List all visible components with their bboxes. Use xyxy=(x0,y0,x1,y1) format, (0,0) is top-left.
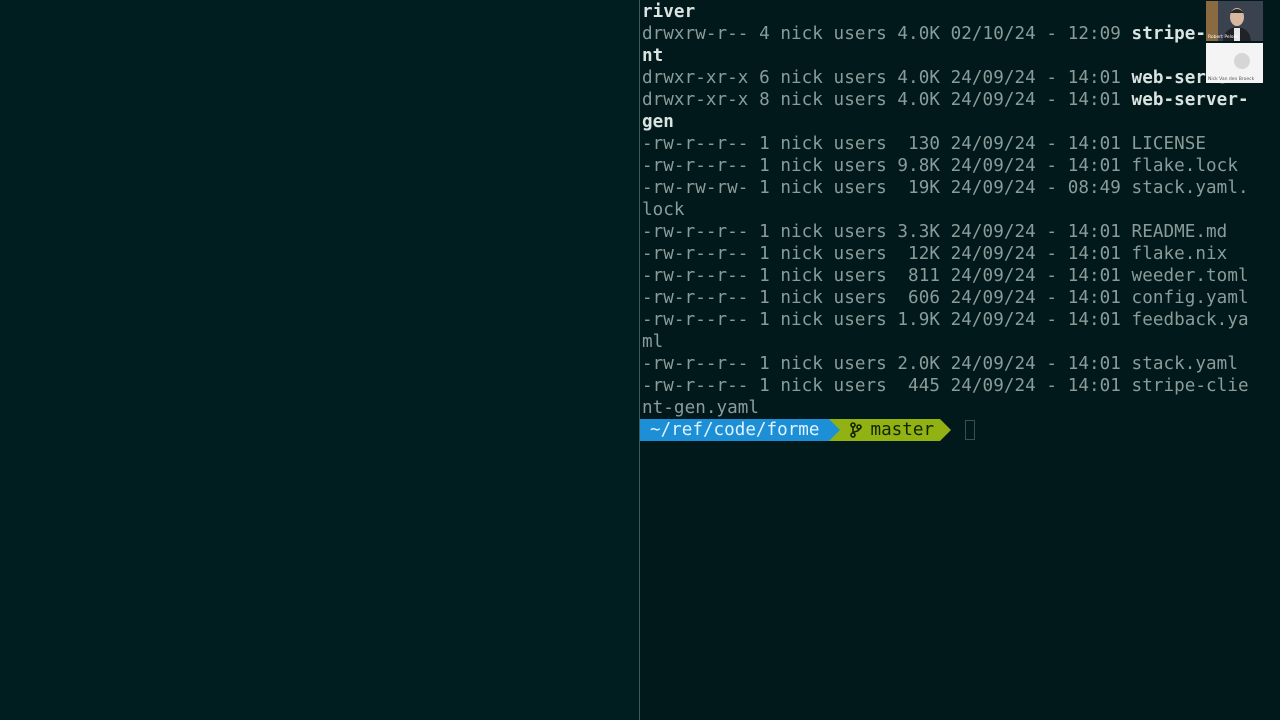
terminal-line: -rw-r--r-- 1 nick users 445 24/09/24 - 1… xyxy=(642,375,1249,397)
terminal-line: -rw-r--r-- 1 nick users 3.3K 24/09/24 - … xyxy=(642,221,1249,243)
prompt-branch: master xyxy=(870,420,935,440)
left-terminal-pane[interactable] xyxy=(0,0,639,720)
terminal-line: ml xyxy=(642,331,1249,353)
terminal-line: drwxrw-r-- 4 nick users 4.0K 02/10/24 - … xyxy=(642,23,1249,45)
directory-name: web-server- xyxy=(1131,90,1249,110)
video-tile-participant-2[interactable]: Nick Van den Broeck xyxy=(1206,43,1263,83)
terminal-line: drwxr-xr-x 8 nick users 4.0K 24/09/24 - … xyxy=(642,89,1249,111)
terminal-line: gen xyxy=(642,111,1249,133)
terminal-line: -rw-r--r-- 1 nick users 12K 24/09/24 - 1… xyxy=(642,243,1249,265)
directory-name: river xyxy=(642,2,696,22)
prompt-separator-icon xyxy=(829,419,841,441)
terminal-text: -rw-r--r-- 1 nick users 811 24/09/24 - 1… xyxy=(642,266,1249,286)
participant-name: Nick Van den Broeck xyxy=(1208,77,1255,82)
terminal-text: -rw-r--r-- 1 nick users 130 24/09/24 - 1… xyxy=(642,134,1207,154)
terminal-text: -rw-r--r-- 1 nick users 2.0K 24/09/24 - … xyxy=(642,354,1238,374)
terminal-line: -rw-r--r-- 1 nick users 811 24/09/24 - 1… xyxy=(642,265,1249,287)
terminal-text: lock xyxy=(642,200,685,220)
prompt-end-icon xyxy=(940,419,952,441)
participant-name: Robert Pelsek xyxy=(1208,35,1239,40)
terminal-cursor xyxy=(965,420,976,440)
terminal-text: nt-gen.yaml xyxy=(642,398,760,418)
terminal-text: drwxr-xr-x 6 nick users 4.0K 24/09/24 - … xyxy=(642,68,1132,88)
terminal-output: river drwxrw-r-- 4 nick users 4.0K 02/10/… xyxy=(642,1,1249,419)
directory-name: gen xyxy=(642,112,674,132)
terminal-text: -rw-r--r-- 1 nick users 1.9K 24/09/24 - … xyxy=(642,310,1249,330)
terminal-line: nt xyxy=(642,45,1249,67)
terminal-line: -rw-r--r-- 1 nick users 1.9K 24/09/24 - … xyxy=(642,309,1249,331)
shell-prompt: ~/ref/code/forme master xyxy=(640,419,976,441)
terminal-text: -rw-rw-rw- 1 nick users 19K 24/09/24 - 0… xyxy=(642,178,1249,198)
terminal-text: ml xyxy=(642,332,664,352)
terminal-text: -rw-r--r-- 1 nick users 445 24/09/24 - 1… xyxy=(642,376,1249,396)
terminal-text: -rw-r--r-- 1 nick users 12K 24/09/24 - 1… xyxy=(642,244,1228,264)
right-terminal-pane[interactable]: river drwxrw-r-- 4 nick users 4.0K 02/10/… xyxy=(640,0,1280,720)
terminal-text: -rw-r--r-- 1 nick users 606 24/09/24 - 1… xyxy=(642,288,1249,308)
directory-name: nt xyxy=(642,46,664,66)
prompt-directory: ~/ref/code/forme xyxy=(640,419,830,441)
video-tile-participant-1[interactable]: Robert Pelsek xyxy=(1206,1,1263,41)
terminal-line: -rw-r--r-- 1 nick users 9.8K 24/09/24 - … xyxy=(642,155,1249,177)
terminal-line: drwxr-xr-x 6 nick users 4.0K 24/09/24 - … xyxy=(642,67,1249,89)
terminal-line: nt-gen.yaml xyxy=(642,397,1249,419)
terminal-line: -rw-r--r-- 1 nick users 606 24/09/24 - 1… xyxy=(642,287,1249,309)
terminal-line: -rw-r--r-- 1 nick users 2.0K 24/09/24 - … xyxy=(642,353,1249,375)
terminal-text: -rw-r--r-- 1 nick users 3.3K 24/09/24 - … xyxy=(642,222,1228,242)
terminal-line: -rw-rw-rw- 1 nick users 19K 24/09/24 - 0… xyxy=(642,177,1249,199)
terminal-text: drwxrw-r-- 4 nick users 4.0K 02/10/24 - … xyxy=(642,24,1132,44)
prompt-git-segment: master xyxy=(840,419,941,441)
git-branch-icon xyxy=(850,422,863,438)
terminal-text: drwxr-xr-x 8 nick users 4.0K 24/09/24 - … xyxy=(642,90,1132,110)
terminal-text: -rw-r--r-- 1 nick users 9.8K 24/09/24 - … xyxy=(642,156,1238,176)
terminal-line: river xyxy=(642,1,1249,23)
terminal-line: lock xyxy=(642,199,1249,221)
terminal-line: -rw-r--r-- 1 nick users 130 24/09/24 - 1… xyxy=(642,133,1249,155)
